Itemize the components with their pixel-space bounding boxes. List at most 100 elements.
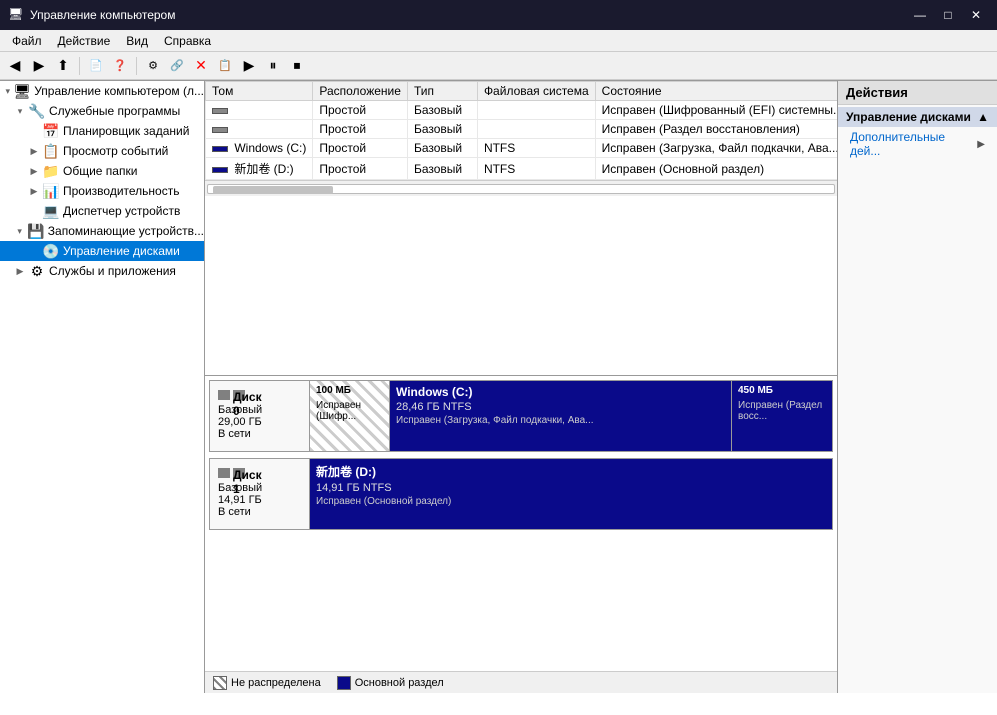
menu-help[interactable]: Справка xyxy=(156,32,219,50)
table-row[interactable]: Простой Базовый Исправен (Раздел восстан… xyxy=(206,120,838,139)
toolbar-pause[interactable]: ⏸ xyxy=(262,55,284,77)
disk-0-win-fs: 28,46 ГБ NTFS xyxy=(396,401,725,413)
col-rasp[interactable]: Расположение xyxy=(313,82,408,101)
toolbar-back[interactable]: ◀ xyxy=(4,55,26,77)
disk-1-type: Базовый xyxy=(218,482,301,494)
tree-expand-service: ▾ xyxy=(12,106,28,117)
table-row[interactable]: 新加卷 (D:) Простой Базовый NTFS Исправен (… xyxy=(206,158,838,180)
disk-0-win-status: Исправен (Загрузка, Файл подкачки, Ава..… xyxy=(396,415,725,426)
cell-fs-3: NTFS xyxy=(477,158,595,180)
cell-fs-0 xyxy=(477,101,595,120)
horizontal-scrollbar[interactable] xyxy=(205,180,837,196)
toolbar-delete[interactable]: ✕ xyxy=(190,55,212,77)
cell-rasp-2: Простой xyxy=(313,139,408,158)
tree-expand-perf: ▶ xyxy=(26,186,42,197)
menu-bar: Файл Действие Вид Справка xyxy=(0,30,997,52)
disk-0-win-label: Windows (C:) xyxy=(396,385,725,399)
disk-0-rec-size: 450 МБ xyxy=(738,385,826,396)
disk-0-partition-efi[interactable]: 100 МБ Исправен (Шифр... xyxy=(310,381,390,451)
col-tip[interactable]: Тип xyxy=(407,82,477,101)
disk-1-d-fs: 14,91 ГБ NTFS xyxy=(316,482,826,494)
menu-view[interactable]: Вид xyxy=(118,32,156,50)
tree-item-services-label: Службы и приложения xyxy=(49,264,176,278)
tree-item-diskmgmt[interactable]: ▶ 💿 Управление дисками xyxy=(0,241,204,261)
toolbar-link[interactable]: 🔗 xyxy=(166,55,188,77)
menu-file[interactable]: Файл xyxy=(4,32,50,50)
tree-item-shared[interactable]: ▶ 📁 Общие папки xyxy=(0,161,204,181)
disk-table: Том Расположение Тип Файловая система Со… xyxy=(205,81,837,180)
tree-expand-storage: ▾ xyxy=(12,226,27,237)
toolbar-stop[interactable]: ⏹ xyxy=(286,55,308,77)
col-fs[interactable]: Файловая система xyxy=(477,82,595,101)
tree-item-devmgr[interactable]: ▶ 💻 Диспетчер устройств xyxy=(0,201,204,221)
disk-1-size: 14,91 ГБ xyxy=(218,494,301,506)
cell-fs-1 xyxy=(477,120,595,139)
maximize-button[interactable]: □ xyxy=(935,4,961,26)
actions-link-arrow-0: ▶ xyxy=(977,139,985,150)
disk-1-name: Диск 1 xyxy=(218,465,301,479)
table-row[interactable]: Windows (C:) Простой Базовый NTFS Исправ… xyxy=(206,139,838,158)
app-icon: 🖥 xyxy=(8,7,24,23)
disk-1-status: В сети xyxy=(218,506,301,518)
disk-0-block: Диск 0 Базовый 29,00 ГБ В сети 100 МБ Ис… xyxy=(209,380,833,452)
toolbar-show-hide[interactable]: 📄 xyxy=(85,55,107,77)
tree-icon-root: 🖥 xyxy=(13,83,31,100)
disk-0-rec-status: Исправен (Раздел восс... xyxy=(738,400,826,422)
tree-icon-devmgr: 💻 xyxy=(42,203,60,220)
col-tom[interactable]: Том xyxy=(206,82,313,101)
tree-item-events[interactable]: ▶ 📋 Просмотр событий xyxy=(0,141,204,161)
tree-item-scheduler-label: Планировщик заданий xyxy=(63,124,189,138)
tree-item-storage[interactable]: ▾ 💾 Запоминающие устройств... xyxy=(0,221,204,241)
tree-icon-scheduler: 📅 xyxy=(42,123,60,140)
disk-1-block: Диск 1 Базовый 14,91 ГБ В сети 新加卷 (D:) … xyxy=(209,458,833,530)
table-row[interactable]: Простой Базовый Исправен (Шифрованный (E… xyxy=(206,101,838,120)
tree-item-services[interactable]: ▶ ⚙ Службы и приложения xyxy=(0,261,204,281)
cell-state-3: Исправен (Основной раздел) xyxy=(595,158,837,180)
table-area[interactable]: Том Расположение Тип Файловая система Со… xyxy=(205,81,837,376)
tree-icon-diskmgmt: 💿 xyxy=(42,243,60,260)
disk-1-partitions: 新加卷 (D:) 14,91 ГБ NTFS Исправен (Основно… xyxy=(310,459,832,529)
cell-tom-3: 新加卷 (D:) xyxy=(206,158,313,180)
toolbar-play[interactable]: ▶ xyxy=(238,55,260,77)
toolbar-forward[interactable]: ▶ xyxy=(28,55,50,77)
cell-state-1: Исправен (Раздел восстановления) xyxy=(595,120,837,139)
tree-item-scheduler[interactable]: ▶ 📅 Планировщик заданий xyxy=(0,121,204,141)
tree-item-events-label: Просмотр событий xyxy=(63,144,168,158)
tree-expand-root: ▾ xyxy=(2,86,13,97)
disk-0-size: 29,00 ГБ xyxy=(218,416,301,428)
actions-panel: Действия Управление дисками ▲ Дополнител… xyxy=(837,81,997,693)
cell-tip-3: Базовый xyxy=(407,158,477,180)
actions-link-0[interactable]: Дополнительные дей... ▶ xyxy=(838,127,997,161)
minimize-button[interactable]: — xyxy=(907,4,933,26)
toolbar-settings[interactable]: ⚙ xyxy=(142,55,164,77)
tree-root[interactable]: ▾ 🖥 Управление компьютером (л... xyxy=(0,81,204,101)
disk-0-partition-windows[interactable]: Windows (C:) 28,46 ГБ NTFS Исправен (Заг… xyxy=(390,381,732,451)
tree-item-storage-label: Запоминающие устройств... xyxy=(48,224,204,238)
menu-action[interactable]: Действие xyxy=(50,32,119,50)
tree-icon-perf: 📊 xyxy=(42,183,60,200)
cell-tom-2: Windows (C:) xyxy=(206,139,313,158)
tree-icon-storage: 💾 xyxy=(27,223,44,240)
toolbar-question[interactable]: ❓ xyxy=(109,55,131,77)
cell-rasp-1: Простой xyxy=(313,120,408,139)
tree-item-perf-label: Производительность xyxy=(63,184,179,198)
cell-fs-2: NTFS xyxy=(477,139,595,158)
tree-icon-events: 📋 xyxy=(42,143,60,160)
actions-section-header-0[interactable]: Управление дисками ▲ xyxy=(838,107,997,127)
toolbar-copy[interactable]: 📋 xyxy=(214,55,236,77)
disk-0-partition-recovery[interactable]: 450 МБ Исправен (Раздел восс... xyxy=(732,381,832,451)
disk-1-partition-d[interactable]: 新加卷 (D:) 14,91 ГБ NTFS Исправен (Основно… xyxy=(310,459,832,529)
disk-area: Диск 0 Базовый 29,00 ГБ В сети 100 МБ Ис… xyxy=(205,376,837,671)
close-button[interactable]: ✕ xyxy=(963,4,989,26)
tree-item-perf[interactable]: ▶ 📊 Производительность xyxy=(0,181,204,201)
window-controls: — □ ✕ xyxy=(907,4,989,26)
tree-expand-shared: ▶ xyxy=(26,166,42,177)
tree-item-devmgr-label: Диспетчер устройств xyxy=(63,204,180,218)
legend-swatch-unallocated xyxy=(213,676,227,690)
cell-tip-2: Базовый xyxy=(407,139,477,158)
tree-item-service-programs[interactable]: ▾ 🔧 Служебные программы xyxy=(0,101,204,121)
legend-unallocated: Не распределена xyxy=(213,676,321,690)
actions-section-title-0: Управление дисками xyxy=(846,110,971,124)
toolbar-up[interactable]: ⬆ xyxy=(52,55,74,77)
col-state[interactable]: Состояние xyxy=(595,82,837,101)
